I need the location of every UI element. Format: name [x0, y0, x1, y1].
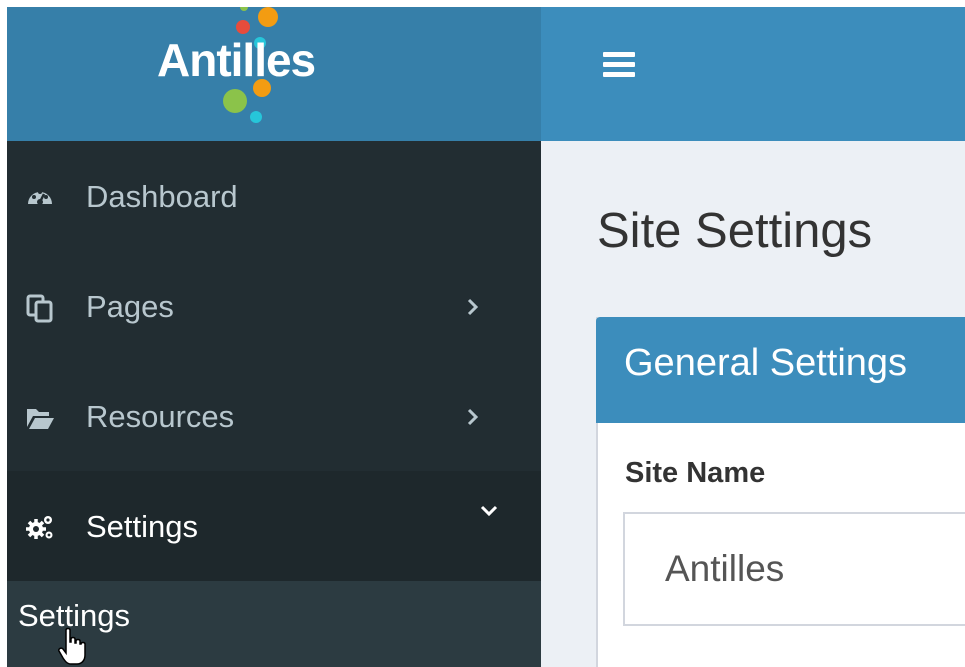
logo-dot [240, 7, 248, 11]
hand-cursor-icon [58, 627, 86, 665]
sidebar-submenu: Settings [7, 581, 541, 667]
app-window: Antilles Dashboard Pages Resources Setti… [7, 7, 965, 667]
logo-dot [258, 7, 278, 27]
sidebar-item-label: Dashboard [86, 179, 238, 214]
box-header: General Settings [596, 317, 965, 423]
page-title: Site Settings [597, 204, 873, 258]
folder-open-icon [27, 409, 54, 429]
brand-logo: Antilles [157, 34, 316, 86]
chevron-right-icon [467, 408, 479, 426]
sidebar-item-resources[interactable]: Resources [7, 361, 541, 471]
pages-icon [26, 294, 53, 323]
sidebar-item-pages[interactable]: Pages [7, 251, 541, 361]
chevron-right-icon [467, 298, 479, 316]
sidebar-item-label: Pages [86, 289, 174, 324]
box-title: General Settings [624, 342, 908, 384]
site-name-label: Site Name [625, 457, 766, 489]
logo-dot [253, 79, 271, 97]
sidebar: Dashboard Pages Resources Settings Setti… [7, 141, 541, 667]
dashboard-icon [28, 190, 52, 205]
main-content: Site Settings General Settings Site Name [541, 141, 965, 667]
sidebar-item-label: Settings [86, 509, 199, 544]
logo-dot [236, 20, 250, 34]
hamburger-icon[interactable] [603, 52, 637, 82]
sidebar-item-dashboard[interactable]: Dashboard [7, 141, 541, 251]
logo-dot [223, 89, 247, 113]
sidebar-item-settings[interactable]: Settings [7, 471, 541, 581]
cogs-icon [26, 516, 53, 539]
sidebar-item-label: Resources [86, 399, 235, 434]
logo-area[interactable]: Antilles [7, 7, 541, 141]
logo-dot [250, 111, 262, 123]
chevron-down-icon [480, 505, 498, 517]
top-navbar [541, 7, 965, 141]
site-name-input[interactable] [623, 512, 965, 626]
